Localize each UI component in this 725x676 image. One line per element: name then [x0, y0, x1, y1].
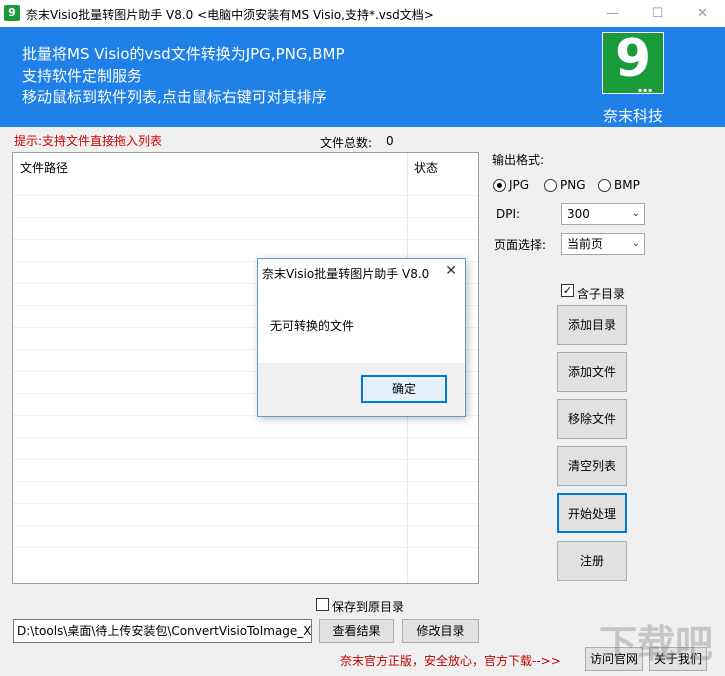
title-bar: 9 奈末Visio批量转图片助手 V8.0 <电脑中须安装有MS Visio,支… — [0, 0, 725, 27]
file-count-label: 文件总数: — [320, 136, 373, 150]
radio-jpg-label[interactable]: JPG — [509, 178, 529, 192]
page-select[interactable]: 当前页 ⌄ — [561, 233, 645, 255]
minimize-button[interactable]: — — [590, 0, 635, 27]
radio-png[interactable] — [544, 179, 557, 192]
banner-line-2: 支持软件定制服务 — [22, 67, 143, 85]
add-directory-button[interactable]: 添加目录 — [557, 305, 627, 345]
page-select-label: 页面选择: — [494, 238, 547, 252]
view-result-button[interactable]: 查看结果 — [319, 619, 394, 643]
dialog-footer: 确定 — [258, 363, 465, 416]
subdir-label[interactable]: 含子目录 — [577, 285, 625, 302]
dialog-ok-button[interactable]: 确定 — [361, 375, 447, 403]
subdir-checkbox[interactable]: ✓ — [561, 284, 574, 297]
page-value: 当前页 — [567, 237, 604, 251]
promo-text: 奈末官方正版，安全放心，官方下载-->> — [340, 654, 561, 668]
row-divider — [13, 195, 478, 196]
dpi-value: 300 — [567, 207, 590, 221]
row-divider — [13, 239, 478, 240]
banner-line-1: 批量将MS Visio的vsd文件转换为JPG,PNG,BMP — [22, 45, 345, 63]
logo-dots: ... — [637, 77, 653, 96]
chevron-down-icon: ⌄ — [631, 208, 640, 219]
company-logo: 9 ... — [602, 29, 664, 96]
maximize-button[interactable]: ☐ — [635, 0, 680, 27]
output-path-field[interactable]: D:\tools\桌面\待上传安装包\ConvertVisioToImage_X… — [13, 619, 312, 643]
row-divider — [13, 217, 478, 218]
row-divider — [13, 525, 478, 526]
drag-tip: 提示:支持文件直接拖入列表 — [14, 134, 163, 148]
radio-bmp-label[interactable]: BMP — [614, 178, 640, 192]
row-divider — [13, 437, 478, 438]
start-processing-button[interactable]: 开始处理 — [557, 493, 627, 533]
dialog-close-icon[interactable]: ✕ — [445, 263, 457, 279]
radio-png-label[interactable]: PNG — [560, 178, 586, 192]
row-divider — [13, 503, 478, 504]
chevron-down-icon: ⌄ — [631, 238, 640, 249]
save-original-checkbox[interactable] — [316, 598, 329, 611]
message-dialog: 奈末Visio批量转图片助手 V8.0 ✕ 无可转换的文件 确定 — [257, 258, 466, 417]
dialog-message: 无可转换的文件 — [270, 319, 355, 333]
add-file-button[interactable]: 添加文件 — [557, 352, 627, 392]
column-header-path[interactable]: 文件路径 — [20, 159, 68, 176]
column-header-status[interactable]: 状态 — [414, 159, 438, 176]
row-divider — [13, 459, 478, 460]
clear-list-button[interactable]: 清空列表 — [557, 446, 627, 486]
remove-file-button[interactable]: 移除文件 — [557, 399, 627, 439]
dialog-title: 奈末Visio批量转图片助手 V8.0 — [262, 267, 430, 281]
banner: 批量将MS Visio的vsd文件转换为JPG,PNG,BMP 支持软件定制服务… — [0, 27, 725, 127]
row-divider — [13, 547, 478, 548]
dpi-label: DPI: — [496, 207, 521, 221]
save-original-label[interactable]: 保存到原目录 — [332, 598, 404, 615]
banner-line-3: 移动鼠标到软件列表,点击鼠标右键可对其排序 — [22, 88, 327, 106]
radio-bmp[interactable] — [598, 179, 611, 192]
register-button[interactable]: 注册 — [557, 541, 627, 581]
radio-jpg[interactable] — [493, 179, 506, 192]
app-icon: 9 — [4, 5, 20, 21]
change-directory-button[interactable]: 修改目录 — [402, 619, 479, 643]
close-button[interactable]: ✕ — [680, 0, 725, 27]
dpi-select[interactable]: 300 ⌄ — [561, 203, 645, 225]
watermark: 下载吧 — [598, 622, 713, 666]
file-count-value: 0 — [386, 134, 394, 148]
format-label: 输出格式: — [492, 153, 545, 167]
logo-caption: 奈末科技 — [602, 107, 663, 125]
window-title: 奈末Visio批量转图片助手 V8.0 <电脑中须安装有MS Visio,支持*… — [26, 8, 434, 22]
row-divider — [13, 481, 478, 482]
